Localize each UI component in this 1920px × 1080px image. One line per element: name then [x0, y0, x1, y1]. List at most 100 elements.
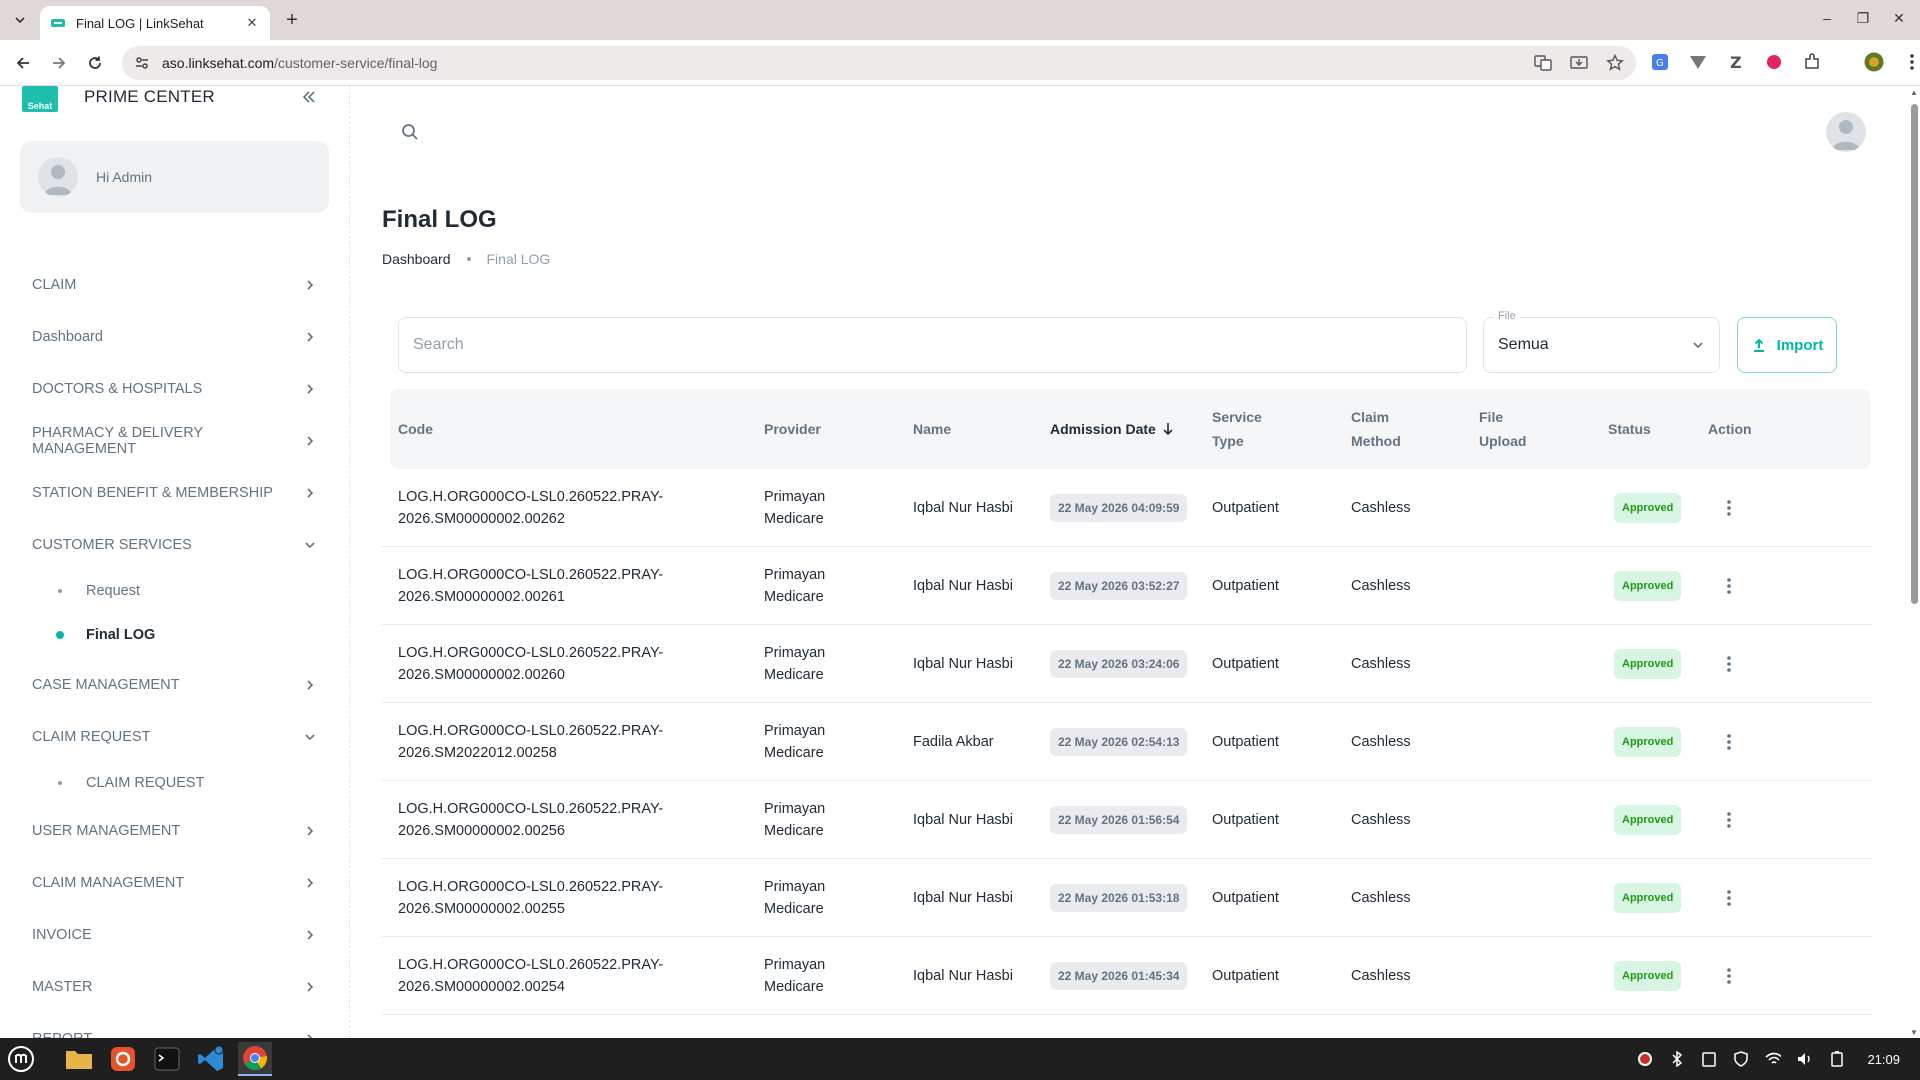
- account-card[interactable]: Hi Admin: [20, 141, 329, 213]
- sort-arrow-down-icon: [1163, 423, 1173, 436]
- row-actions-menu-icon[interactable]: [1717, 730, 1741, 754]
- table-row[interactable]: LOG.H.ORG000CO-LSL0.260522.PRAY- 2026.SM…: [382, 469, 1872, 547]
- table-row[interactable]: LOG.H.ORG000CO-LSL0.260522.PRAY- 2026.SM…: [382, 547, 1872, 625]
- column-header-file-upload[interactable]: File Upload: [1479, 389, 1599, 469]
- sidebar-subitem-final-log[interactable]: Final LOG: [20, 615, 330, 655]
- table-row[interactable]: LOG.H.ORG000CO-LSL0.260522.PRAY- 2026.SM…: [382, 703, 1872, 781]
- wifi-icon[interactable]: [1765, 1051, 1782, 1067]
- sidebar-chevron: [302, 729, 318, 745]
- breadcrumb-dashboard[interactable]: Dashboard: [382, 251, 451, 267]
- scroll-down-arrow-icon[interactable]: ▼: [1910, 1028, 1918, 1037]
- battery-icon[interactable]: [1829, 1051, 1845, 1067]
- bookmark-star-icon[interactable]: [1606, 54, 1624, 72]
- sidebar-item-user-management[interactable]: USER MANAGEMENT: [20, 809, 330, 853]
- vue-devtools-extension-icon[interactable]: [1688, 52, 1708, 72]
- row-actions-menu-icon[interactable]: [1717, 496, 1741, 520]
- search-input[interactable]: [413, 336, 1452, 354]
- sidebar-item-dashboard[interactable]: Dashboard: [20, 315, 330, 359]
- profile-avatar-icon[interactable]: [1864, 52, 1884, 72]
- sidebar-item-claim-management[interactable]: CLAIM MANAGEMENT: [20, 861, 330, 905]
- import-button[interactable]: Import: [1737, 317, 1837, 373]
- new-tab-button[interactable]: +: [282, 9, 302, 31]
- translate-icon[interactable]: [1534, 54, 1552, 72]
- table-row[interactable]: LOG.H.ORG000CO-LSL0.260522.PRAY- 2026.SM…: [382, 937, 1872, 1015]
- restore-icon[interactable]: ❐: [1856, 10, 1870, 26]
- sidebar-chevron: [302, 927, 318, 943]
- collapse-sidebar-button[interactable]: [298, 86, 320, 108]
- row-actions-menu-icon[interactable]: [1717, 886, 1741, 910]
- record-extension-icon[interactable]: [1764, 52, 1784, 72]
- file-select[interactable]: File Semua: [1483, 310, 1720, 373]
- column-header-code[interactable]: Code: [398, 389, 738, 469]
- sidebar-item-case-management[interactable]: CASE MANAGEMENT: [20, 663, 330, 707]
- sidebar-item-claim-request[interactable]: CLAIM REQUEST: [20, 715, 330, 759]
- os-menu-button[interactable]: [4, 1042, 38, 1076]
- header-user-avatar[interactable]: [1826, 112, 1866, 152]
- page-scrollbar[interactable]: ▲ ▼: [1908, 86, 1920, 1038]
- row-actions-menu-icon[interactable]: [1717, 652, 1741, 676]
- linksehat-logo[interactable]: Sehat: [22, 86, 58, 112]
- row-actions-menu-icon[interactable]: [1717, 574, 1741, 598]
- scrollbar-thumb[interactable]: [1911, 104, 1918, 604]
- search-field[interactable]: [398, 317, 1467, 373]
- browser-tab-active[interactable]: Final LOG | LinkSehat ✕: [40, 6, 270, 40]
- app-launcher-task[interactable]: [106, 1042, 140, 1076]
- column-header-status[interactable]: Status: [1608, 389, 1698, 469]
- row-actions-menu-icon[interactable]: [1717, 808, 1741, 832]
- google-translate-extension-icon[interactable]: G: [1650, 52, 1670, 72]
- sidebar-item-label: DOCTORS & HOSPITALS: [32, 381, 203, 397]
- column-header-service-type[interactable]: Service Type: [1212, 389, 1342, 469]
- sidebar-subitem-request[interactable]: Request: [20, 571, 330, 611]
- vscode-task[interactable]: [194, 1042, 228, 1076]
- sidebar-item-customer-services[interactable]: CUSTOMER SERVICES: [20, 523, 330, 567]
- extensions-puzzle-icon[interactable]: [1802, 52, 1822, 72]
- scroll-up-arrow-icon[interactable]: ▲: [1910, 88, 1918, 97]
- close-window-icon[interactable]: ✕: [1892, 10, 1906, 26]
- sidebar-item-master[interactable]: MASTER: [20, 965, 330, 1009]
- reload-button[interactable]: [84, 52, 106, 74]
- column-header-action[interactable]: Action: [1708, 389, 1788, 469]
- back-button[interactable]: [12, 52, 34, 74]
- clipboard-icon[interactable]: [1701, 1051, 1717, 1067]
- sidebar-item-doctors-hospitals[interactable]: DOCTORS & HOSPITALS: [20, 367, 330, 411]
- browser-menu-icon[interactable]: [1902, 52, 1920, 72]
- column-header-provider[interactable]: Provider: [764, 389, 894, 469]
- tab-close-icon[interactable]: ✕: [244, 15, 260, 31]
- sidebar-item-station-benefit-membership[interactable]: STATION BENEFIT & MEMBERSHIP: [20, 471, 330, 515]
- forward-button[interactable]: [48, 52, 70, 74]
- minimize-icon[interactable]: –: [1820, 10, 1834, 26]
- sidebar-item-pharmacy-delivery-management[interactable]: PHARMACY & DELIVERY MANAGEMENT: [20, 419, 330, 463]
- sidebar-item-claim[interactable]: CLAIM: [20, 263, 330, 307]
- site-info-icon[interactable]: [134, 55, 150, 71]
- file-manager-task[interactable]: [62, 1042, 96, 1076]
- sidebar-item-invoice[interactable]: INVOICE: [20, 913, 330, 957]
- patient-name: Fadila Akbar: [913, 734, 994, 750]
- column-header-name[interactable]: Name: [913, 389, 1043, 469]
- tab-list-button[interactable]: [8, 8, 32, 32]
- global-search-button[interactable]: [400, 122, 420, 142]
- address-bar[interactable]: aso.linksehat.com/customer-service/final…: [122, 46, 1636, 80]
- service-type: Outpatient: [1212, 890, 1279, 906]
- table-row[interactable]: LOG.H.ORG000CO-LSL0.260522.PRAY- 2026.SM…: [382, 625, 1872, 703]
- row-actions-menu-icon[interactable]: [1717, 964, 1741, 988]
- admission-date-chip: 22 May 2026 03:24:06: [1050, 650, 1188, 678]
- status-badge: Approved: [1614, 805, 1682, 835]
- zotero-extension-icon[interactable]: Z: [1726, 52, 1746, 72]
- table-row[interactable]: LOG.H.ORG000CO-LSL0.260522.PRAY- 2026.SM…: [382, 859, 1872, 937]
- chevron-down-icon: [305, 542, 315, 549]
- sidebar-item-report[interactable]: REPORT: [20, 1017, 330, 1038]
- bluetooth-icon[interactable]: [1669, 1051, 1685, 1067]
- chrome-task-active[interactable]: [238, 1042, 272, 1076]
- shield-icon[interactable]: [1733, 1051, 1749, 1067]
- column-header-claim-method[interactable]: Claim Method: [1351, 389, 1471, 469]
- column-header-admission-date[interactable]: Admission Date: [1050, 389, 1210, 469]
- terminal-task[interactable]: [150, 1042, 184, 1076]
- volume-icon[interactable]: [1797, 1051, 1813, 1067]
- install-app-icon[interactable]: [1570, 54, 1588, 72]
- timer-tray-icon[interactable]: [1637, 1051, 1653, 1067]
- system-tray: 21:09: [1637, 1038, 1900, 1080]
- clock[interactable]: 21:09: [1867, 1051, 1900, 1067]
- browser-toolbar: aso.linksehat.com/customer-service/final…: [0, 40, 1920, 86]
- table-row[interactable]: LOG.H.ORG000CO-LSL0.260522.PRAY- 2026.SM…: [382, 781, 1872, 859]
- sidebar-subitem-claim-request[interactable]: CLAIM REQUEST: [20, 763, 330, 803]
